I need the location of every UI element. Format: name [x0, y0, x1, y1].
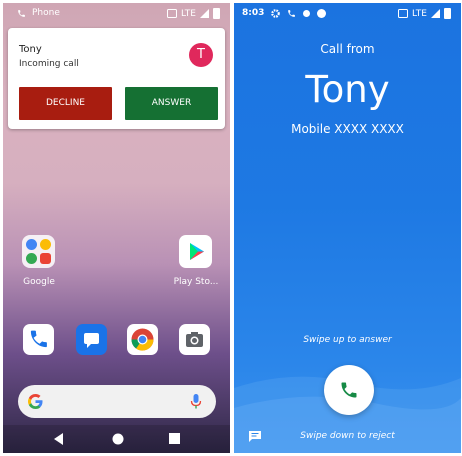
dialer-app-icon[interactable]	[23, 324, 54, 355]
status-bar: Phone LTE	[3, 3, 230, 25]
network-type: LTE	[181, 8, 196, 19]
data-saver-icon	[317, 8, 327, 18]
avatar: T	[189, 43, 213, 67]
hd-voice-icon	[303, 9, 311, 17]
play-store-icon[interactable]	[179, 235, 212, 268]
answer-call-button[interactable]	[324, 365, 374, 415]
camera-app-icon[interactable]	[179, 324, 210, 355]
answer-button[interactable]: ANSWER	[125, 87, 218, 120]
call-status-icon	[288, 9, 296, 17]
caller-number: Mobile XXXX XXXX	[291, 122, 404, 136]
phone-icon	[18, 9, 25, 17]
google-folder-icon[interactable]	[22, 235, 55, 268]
notification-caller-name: Tony	[19, 44, 42, 55]
settings-icon	[271, 8, 281, 18]
status-bar: 8:03 LTE	[234, 3, 461, 25]
home-icon[interactable]	[112, 433, 124, 445]
messages-app-icon[interactable]	[76, 324, 107, 355]
google-search-bar[interactable]	[18, 385, 216, 418]
notification-subtitle: Incoming call	[19, 59, 79, 69]
caller-name: Tony	[305, 68, 390, 111]
signal-icon	[200, 9, 209, 18]
swipe-up-hint: Swipe up to answer	[303, 335, 392, 345]
call-from-label: Call from	[320, 42, 375, 56]
incoming-call-notification[interactable]: Tony Incoming call T DECLINE ANSWER	[8, 28, 225, 129]
maps-mini-icon	[26, 253, 37, 264]
status-time: 8:03	[242, 8, 265, 18]
battery-icon	[213, 8, 220, 19]
chrome-mini-icon	[40, 239, 51, 250]
play-store-label: Play Sto...	[173, 277, 219, 287]
network-type: LTE	[412, 8, 427, 19]
navigation-bar	[3, 425, 230, 453]
swipe-down-hint: Swipe down to reject	[300, 431, 395, 441]
decline-button[interactable]: DECLINE	[19, 87, 112, 120]
microphone-icon[interactable]	[190, 393, 202, 410]
phone-icon	[341, 382, 357, 398]
wifi-calling-icon	[398, 9, 409, 18]
recents-icon[interactable]	[169, 433, 180, 444]
youtube-mini-icon	[40, 253, 51, 264]
google-folder-label: Google	[23, 277, 55, 287]
incoming-call-screen: 8:03 LTE Call from Tony Mobile XXXX XXXX…	[234, 3, 461, 453]
battery-icon	[444, 8, 451, 19]
google-g-icon	[28, 394, 43, 409]
status-app-name: Phone	[32, 8, 60, 18]
wifi-calling-icon	[167, 9, 178, 18]
back-icon[interactable]	[54, 433, 64, 445]
google-app-icon	[26, 239, 37, 250]
home-screen: Phone LTE Tony Incoming call T DECLINE A…	[3, 3, 230, 453]
signal-icon	[431, 9, 440, 18]
chrome-app-icon[interactable]	[127, 324, 158, 355]
